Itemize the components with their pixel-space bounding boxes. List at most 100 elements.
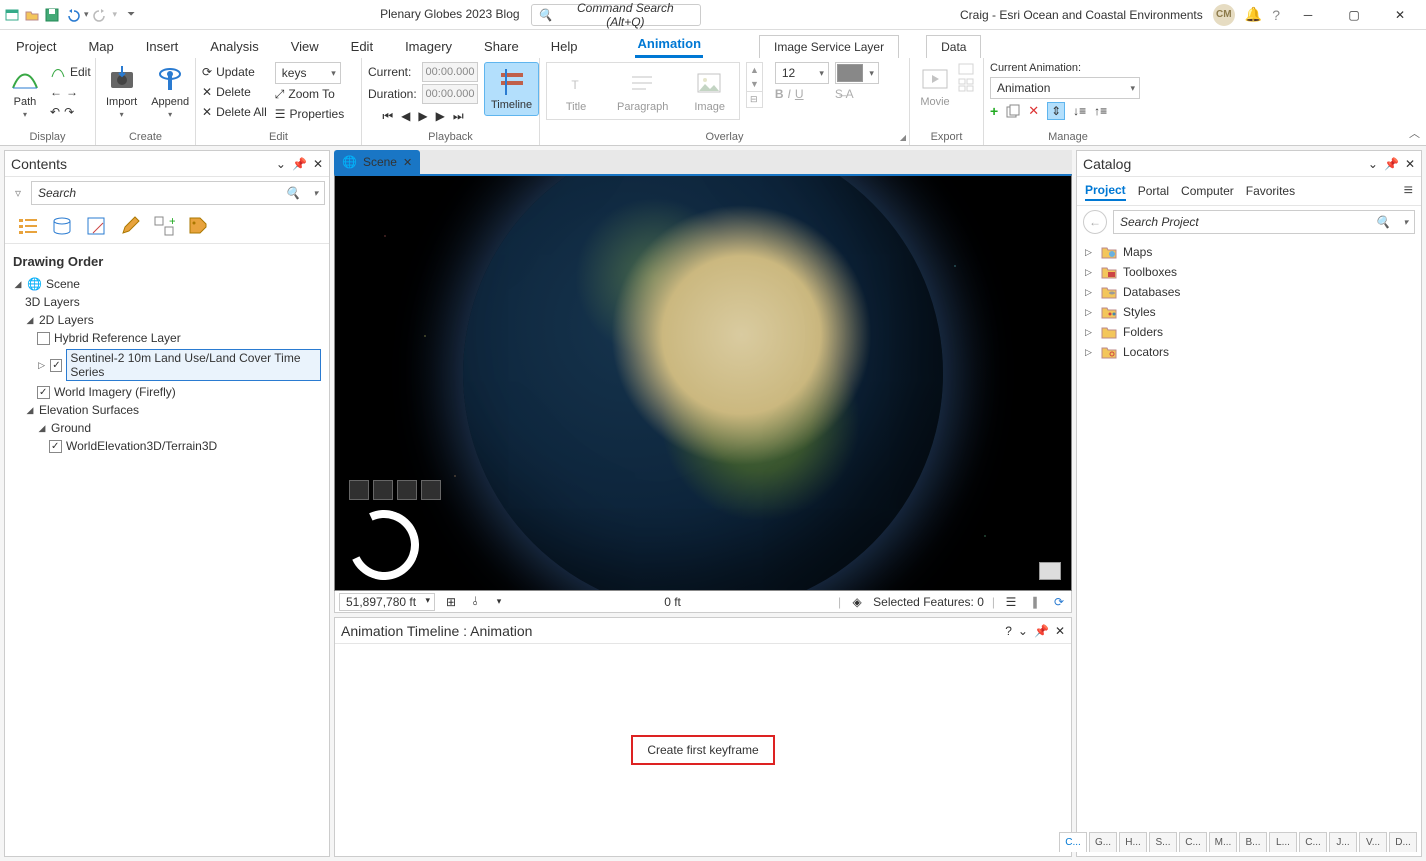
- path-button[interactable]: Path ▾: [6, 62, 44, 121]
- dock-tab[interactable]: S...: [1149, 832, 1177, 852]
- expand-icon[interactable]: ▷: [1085, 327, 1095, 338]
- animation-dropdown[interactable]: Animation: [990, 77, 1140, 99]
- duplicate-animation-icon[interactable]: [1006, 104, 1020, 118]
- frames-icon[interactable]: [958, 78, 974, 92]
- strikethrough-icon[interactable]: S̶: [835, 87, 843, 101]
- scene-tab[interactable]: 🌐 Scene ✕: [334, 150, 420, 174]
- properties-button[interactable]: ☰Properties: [275, 104, 344, 124]
- gallery-more-icon[interactable]: ⊟: [747, 91, 762, 107]
- import-button[interactable]: Import ▾: [102, 62, 141, 121]
- minimize-button[interactable]: ─: [1286, 1, 1330, 29]
- menu-map[interactable]: Map: [86, 35, 115, 58]
- step-fwd-icon[interactable]: ▶: [436, 109, 445, 123]
- close-tab-icon[interactable]: ✕: [403, 156, 412, 169]
- tree-node-2d-layers[interactable]: ◢2D Layers: [25, 311, 321, 329]
- grid-icon[interactable]: ⊞: [443, 594, 459, 610]
- film-icon[interactable]: [958, 62, 974, 76]
- options-icon[interactable]: ⌄: [276, 157, 286, 171]
- list-by-labeling-icon[interactable]: [187, 215, 209, 237]
- list-by-snapping-icon[interactable]: +: [153, 215, 175, 237]
- bold-icon[interactable]: B: [775, 87, 784, 101]
- catalog-item-locators[interactable]: ▷Locators: [1085, 342, 1413, 362]
- current-time-input[interactable]: 00:00.000: [422, 62, 478, 82]
- basemap-icon[interactable]: [1039, 562, 1061, 580]
- catalog-tab-favorites[interactable]: Favorites: [1246, 182, 1295, 200]
- checkbox[interactable]: [37, 332, 50, 345]
- redo-icon[interactable]: [93, 7, 109, 23]
- catalog-item-toolboxes[interactable]: ▷Toolboxes: [1085, 262, 1413, 282]
- selection-chip-icon[interactable]: ◈: [849, 594, 865, 610]
- checkbox[interactable]: [50, 359, 62, 372]
- zoom-to-button[interactable]: ⤢Zoom To: [275, 84, 344, 104]
- user-label[interactable]: Craig - Esri Ocean and Coastal Environme…: [960, 8, 1203, 22]
- overlay-title-button[interactable]: TTitle: [557, 67, 595, 115]
- overlay-paragraph-button[interactable]: Paragraph: [613, 67, 672, 115]
- expand-icon[interactable]: ▷: [1085, 307, 1095, 318]
- arrow-right-icon[interactable]: →: [66, 85, 78, 99]
- autohide-icon[interactable]: 📌: [1384, 157, 1399, 171]
- nav-tool-3[interactable]: [397, 480, 417, 500]
- help-icon[interactable]: ?: [1272, 7, 1280, 23]
- undo-icon[interactable]: [64, 7, 80, 23]
- close-panel-icon[interactable]: ✕: [1055, 624, 1065, 638]
- snapping-icon[interactable]: ⫰: [467, 594, 483, 610]
- expand-icon[interactable]: ▷: [1085, 267, 1095, 278]
- dock-tab[interactable]: L...: [1269, 832, 1297, 852]
- maximize-button[interactable]: ▢: [1332, 1, 1376, 29]
- save-icon[interactable]: [44, 7, 60, 23]
- tree-node-scene[interactable]: ◢🌐Scene: [13, 275, 321, 293]
- user-avatar[interactable]: CM: [1213, 4, 1235, 26]
- autohide-icon[interactable]: 📌: [1034, 624, 1049, 638]
- new-project-icon[interactable]: [4, 7, 20, 23]
- close-panel-icon[interactable]: ✕: [313, 157, 323, 171]
- context-tab-data[interactable]: Data: [926, 35, 981, 58]
- back-button[interactable]: ←: [1083, 210, 1107, 234]
- dock-tab[interactable]: V...: [1359, 832, 1387, 852]
- nav-tool-4[interactable]: [421, 480, 441, 500]
- skip-start-icon[interactable]: ⏮: [382, 109, 393, 124]
- options-icon[interactable]: ⌄: [1018, 624, 1028, 638]
- step-back-icon[interactable]: ◀: [401, 109, 410, 123]
- catalog-item-databases[interactable]: ▷Databases: [1085, 282, 1413, 302]
- expand-v-icon[interactable]: ⇕: [1047, 102, 1065, 120]
- nav-tool-2[interactable]: [373, 480, 393, 500]
- menu-insert[interactable]: Insert: [144, 35, 181, 58]
- expand-icon[interactable]: ▷: [1085, 287, 1095, 298]
- keys-dropdown[interactable]: keys: [275, 62, 341, 84]
- catalog-item-folders[interactable]: ▷Folders: [1085, 322, 1413, 342]
- menu-analysis[interactable]: Analysis: [208, 35, 260, 58]
- list-by-source-icon[interactable]: [51, 215, 73, 237]
- timeline-button[interactable]: Timeline: [484, 62, 539, 116]
- tree-node-hybrid[interactable]: Hybrid Reference Layer: [37, 329, 321, 347]
- autohide-icon[interactable]: 📌: [292, 157, 307, 171]
- dock-tab[interactable]: C...: [1179, 832, 1207, 852]
- tree-node-3d-layers[interactable]: 3D Layers: [25, 293, 321, 311]
- color-dropdown[interactable]: [835, 62, 879, 84]
- undo-dropdown-icon[interactable]: ▾: [84, 9, 89, 20]
- update-button[interactable]: ⟳Update: [202, 62, 267, 82]
- list-by-selection-icon[interactable]: [85, 215, 107, 237]
- skip-end-icon[interactable]: ⏭: [453, 109, 464, 124]
- qat-customize-icon[interactable]: ⏷: [127, 9, 135, 20]
- append-button[interactable]: Append ▾: [147, 62, 193, 121]
- rotate-right-icon[interactable]: ↷: [64, 105, 74, 119]
- movie-button[interactable]: Movie: [916, 62, 954, 110]
- menu-share[interactable]: Share: [482, 35, 521, 58]
- command-search-input[interactable]: 🔍 Command Search (Alt+Q): [531, 4, 701, 26]
- font-color-icon[interactable]: A: [846, 87, 854, 101]
- nav-tool-1[interactable]: [349, 480, 369, 500]
- dock-tab[interactable]: C...: [1059, 832, 1087, 852]
- gallery-up-icon[interactable]: ▲: [747, 63, 762, 77]
- list-by-drawing-order-icon[interactable]: [17, 215, 39, 237]
- delete-animation-icon[interactable]: ✕: [1028, 103, 1039, 119]
- delete-button[interactable]: ✕Delete: [202, 82, 267, 102]
- menu-imagery[interactable]: Imagery: [403, 35, 454, 58]
- menu-edit[interactable]: Edit: [349, 35, 375, 58]
- collapse-ribbon-icon[interactable]: ︿: [1409, 125, 1420, 141]
- menu-project[interactable]: Project: [14, 35, 58, 58]
- collapse-icon[interactable]: ◢: [25, 315, 35, 326]
- dock-tab[interactable]: C...: [1299, 832, 1327, 852]
- collapse-icon[interactable]: ◢: [25, 405, 35, 416]
- dock-tab[interactable]: M...: [1209, 832, 1237, 852]
- expand-icon[interactable]: ▷: [37, 360, 46, 371]
